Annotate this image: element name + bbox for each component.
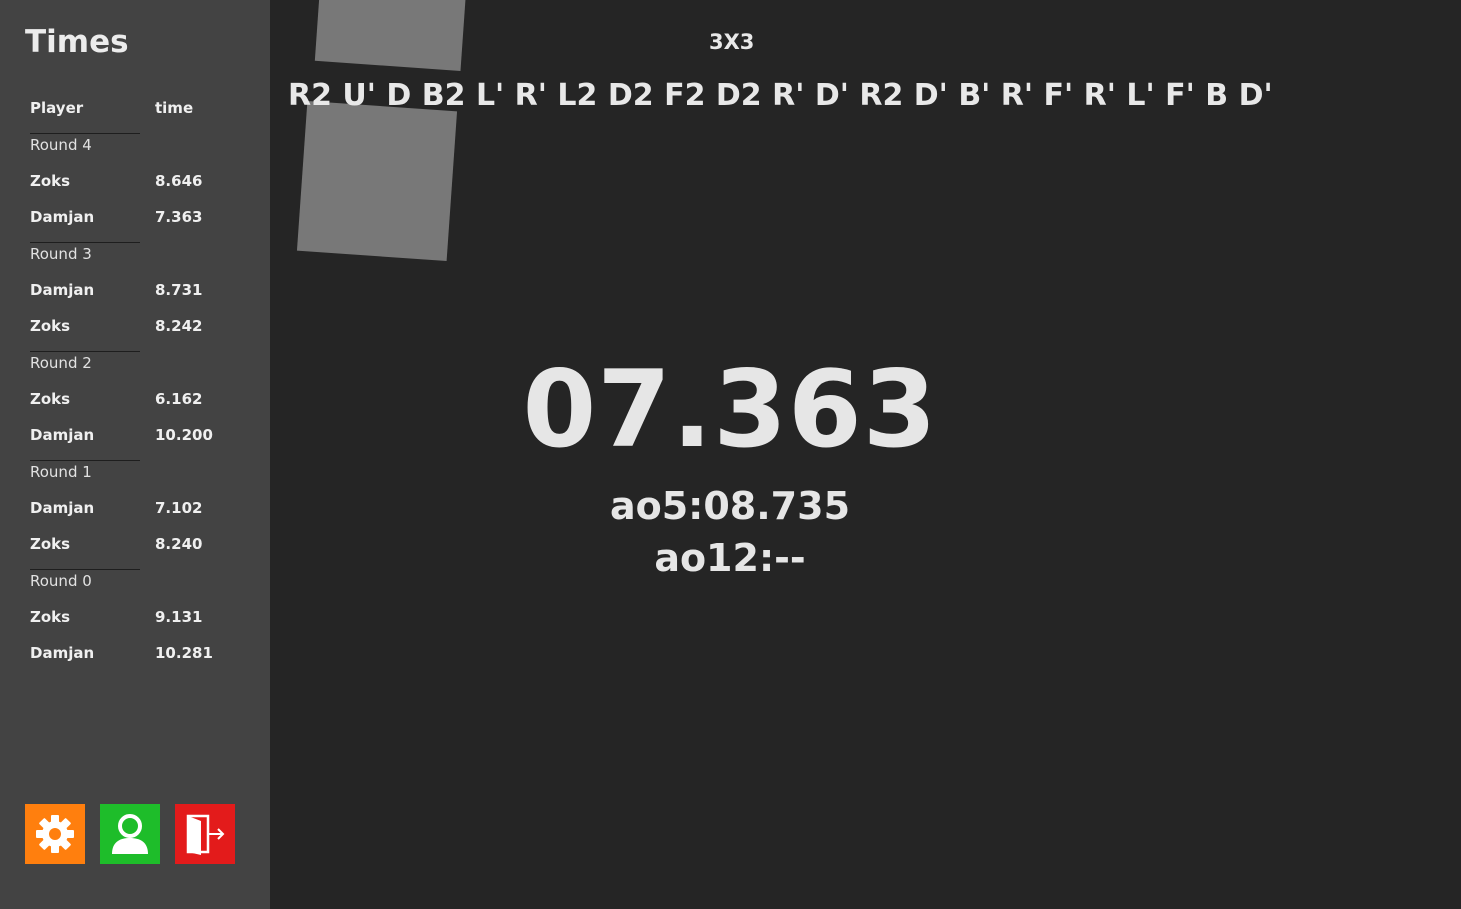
player-name: Damjan <box>30 281 95 299</box>
solve-time: 10.200 <box>155 426 213 444</box>
round-label: Round 2 <box>30 354 92 372</box>
round-label: Round 0 <box>30 572 92 590</box>
solve-time: 8.731 <box>155 281 203 299</box>
round-divider <box>30 242 140 243</box>
round-divider <box>30 133 140 134</box>
player-name: Zoks <box>30 317 71 335</box>
app-root: Times Player time Round 4 Zoks 8.646 Dam… <box>0 0 1461 909</box>
player-name: Damjan <box>30 426 95 444</box>
solve-time: 8.646 <box>155 172 203 190</box>
user-icon <box>112 814 148 854</box>
scramble-text: R2 U' D B2 L' R' L2 D2 F2 D2 R' D' R2 D'… <box>288 78 1273 113</box>
decorative-square <box>314 0 468 71</box>
times-sidebar: Times Player time Round 4 Zoks 8.646 Dam… <box>0 0 270 909</box>
average-of-5: ao5:08.735 <box>609 484 851 528</box>
gear-icon <box>36 815 74 853</box>
solve-time: 9.131 <box>155 608 203 626</box>
average-of-12: ao12:-- <box>654 536 806 580</box>
solve-time: 7.102 <box>155 499 203 517</box>
round-label: Round 1 <box>30 463 92 481</box>
player-name: Damjan <box>30 499 95 517</box>
profile-button[interactable] <box>100 804 160 864</box>
time-column-header: time <box>155 99 194 117</box>
timer-display[interactable]: 07.363 <box>270 348 1190 471</box>
round-divider <box>30 569 140 570</box>
player-name: Zoks <box>30 608 71 626</box>
round-divider <box>30 351 140 352</box>
player-name: Damjan <box>30 208 95 226</box>
solve-time: 8.242 <box>155 317 203 335</box>
player-name: Zoks <box>30 390 71 408</box>
solve-time: 6.162 <box>155 390 203 408</box>
player-column-header: Player <box>30 99 84 117</box>
exit-door-icon <box>186 814 225 855</box>
decorative-square <box>296 100 458 262</box>
logout-button[interactable] <box>175 804 235 864</box>
puzzle-type-text: 3X3 <box>709 30 755 54</box>
round-label: Round 3 <box>30 245 92 263</box>
player-name: Zoks <box>30 172 71 190</box>
settings-button[interactable] <box>25 804 85 864</box>
player-name: Damjan <box>30 644 95 662</box>
sidebar-title: Times <box>25 24 129 60</box>
round-label: Round 4 <box>30 136 92 154</box>
solve-time: 8.240 <box>155 535 203 553</box>
solve-time: 7.363 <box>155 208 203 226</box>
solve-time: 10.281 <box>155 644 213 662</box>
round-divider <box>30 460 140 461</box>
player-name: Zoks <box>30 535 71 553</box>
